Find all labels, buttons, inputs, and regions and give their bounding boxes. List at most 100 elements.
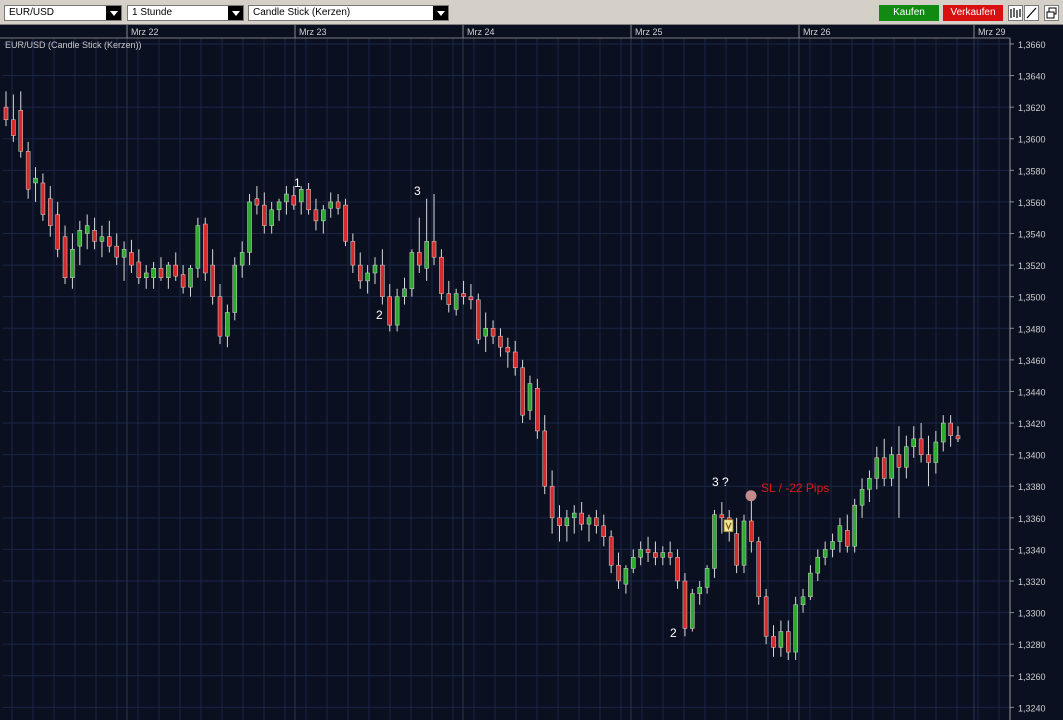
candle-body — [675, 557, 680, 582]
candle-body — [409, 252, 415, 290]
chevron-down-icon[interactable] — [106, 6, 121, 20]
candle-body — [254, 198, 260, 206]
buy-button[interactable]: Kaufen — [879, 5, 939, 21]
candle-body — [166, 264, 171, 278]
candle-body — [490, 328, 496, 337]
candle-body — [328, 201, 333, 209]
candlestick-chart[interactable]: Mrz 22 Mrz 23 Mrz 24 Mrz 25 Mrz 26 Mrz 29 1,3… — [0, 25, 1063, 720]
candle-body — [173, 264, 178, 277]
candle-body — [321, 209, 326, 222]
candle-body — [380, 264, 385, 297]
candle-body — [741, 520, 747, 566]
candle-body — [476, 299, 481, 340]
candle-body — [417, 252, 422, 266]
candle-body — [808, 572, 813, 598]
symbol-dropdown[interactable]: EUR/USD — [4, 5, 122, 21]
candle-body — [188, 268, 193, 288]
candle-body — [284, 193, 289, 203]
candle-body — [638, 549, 643, 558]
candle-body — [520, 367, 525, 416]
candle — [852, 498, 857, 553]
candle-body — [822, 549, 828, 558]
candle-body — [763, 596, 769, 637]
candle-body — [867, 478, 872, 490]
candle-body — [18, 110, 24, 152]
candle-body — [918, 438, 924, 455]
candle-body — [549, 485, 555, 519]
candle-body — [151, 268, 156, 278]
y-tick-label: 1,3600 — [1018, 135, 1046, 145]
candle-body — [571, 512, 577, 519]
candle-body — [70, 249, 75, 278]
candle-body — [852, 504, 857, 547]
candle-body — [210, 264, 215, 297]
timeframe-dropdown[interactable]: 1 Stunde — [127, 5, 244, 21]
candle-body — [225, 312, 230, 337]
candle-body — [33, 177, 38, 184]
y-tick-label: 1,3260 — [1018, 672, 1046, 682]
candle-body — [92, 230, 97, 242]
wave-label-3: 3 — [414, 184, 421, 198]
y-tick-label: 1,3620 — [1018, 103, 1046, 113]
candle-body — [313, 209, 319, 222]
x-tick-label: Mrz 24 — [467, 27, 495, 37]
candle-body — [25, 151, 31, 190]
candle-body — [690, 593, 695, 629]
candle-body — [239, 252, 245, 266]
candle — [682, 573, 688, 637]
y-tick-label: 1,3420 — [1018, 419, 1046, 429]
y-tick-label: 1,3460 — [1018, 356, 1046, 366]
bar-chart-tool-icon[interactable] — [1008, 5, 1023, 21]
candle-body — [461, 293, 466, 297]
y-tick-label: 1,3300 — [1018, 609, 1046, 619]
candle-body — [645, 549, 651, 553]
sell-button[interactable]: Verkaufen — [943, 5, 1003, 21]
chart-type-dropdown[interactable]: Candle Stick (Kerzen) — [248, 5, 449, 21]
candle — [203, 217, 208, 281]
y-tick-label: 1,3540 — [1018, 230, 1046, 240]
chart-type-value: Candle Stick (Kerzen) — [253, 7, 351, 18]
candle — [763, 588, 769, 645]
candle-body — [402, 288, 407, 297]
draw-line-tool-icon[interactable] — [1024, 5, 1039, 21]
candle-body — [431, 241, 437, 258]
popout-window-icon[interactable] — [1044, 5, 1059, 21]
candle-body — [623, 568, 629, 585]
candle-body — [793, 604, 798, 653]
candle — [690, 588, 695, 632]
y-tick-label: 1,3640 — [1018, 72, 1046, 82]
candle-body — [439, 256, 444, 294]
candle-body — [84, 225, 90, 234]
candle-body — [394, 296, 400, 326]
stop-loss-marker[interactable] — [745, 490, 757, 502]
candle-body — [343, 204, 348, 242]
candle-body — [542, 430, 547, 487]
candle-body — [616, 564, 621, 582]
y-tick-label: 1,3320 — [1018, 577, 1046, 587]
candle-body — [512, 351, 518, 369]
candle — [712, 509, 717, 578]
y-tick-label: 1,3500 — [1018, 293, 1046, 303]
candle-body — [335, 201, 341, 209]
candle-body — [682, 580, 688, 629]
candle-body — [653, 552, 658, 558]
stop-loss-label: SL / -22 Pips — [761, 481, 830, 495]
candle-body — [468, 296, 474, 301]
y-tick-label: 1,3240 — [1018, 703, 1046, 713]
chevron-down-icon[interactable] — [228, 6, 243, 20]
y-tick-label: 1,3360 — [1018, 514, 1046, 524]
candle-body — [926, 454, 931, 463]
y-tick-label: 1,3560 — [1018, 198, 1046, 208]
candle — [741, 514, 747, 574]
candle — [520, 359, 525, 424]
wave-label-1: 1 — [294, 176, 301, 190]
candle-body — [505, 346, 511, 353]
candle-body — [121, 249, 127, 258]
x-tick-label: Mrz 25 — [635, 27, 663, 37]
y-tick-label: 1,3480 — [1018, 324, 1046, 334]
candle-body — [896, 454, 902, 468]
chevron-down-icon[interactable] — [433, 6, 448, 20]
candle-body — [291, 195, 297, 206]
candle-body — [586, 517, 592, 525]
candle — [232, 257, 238, 321]
